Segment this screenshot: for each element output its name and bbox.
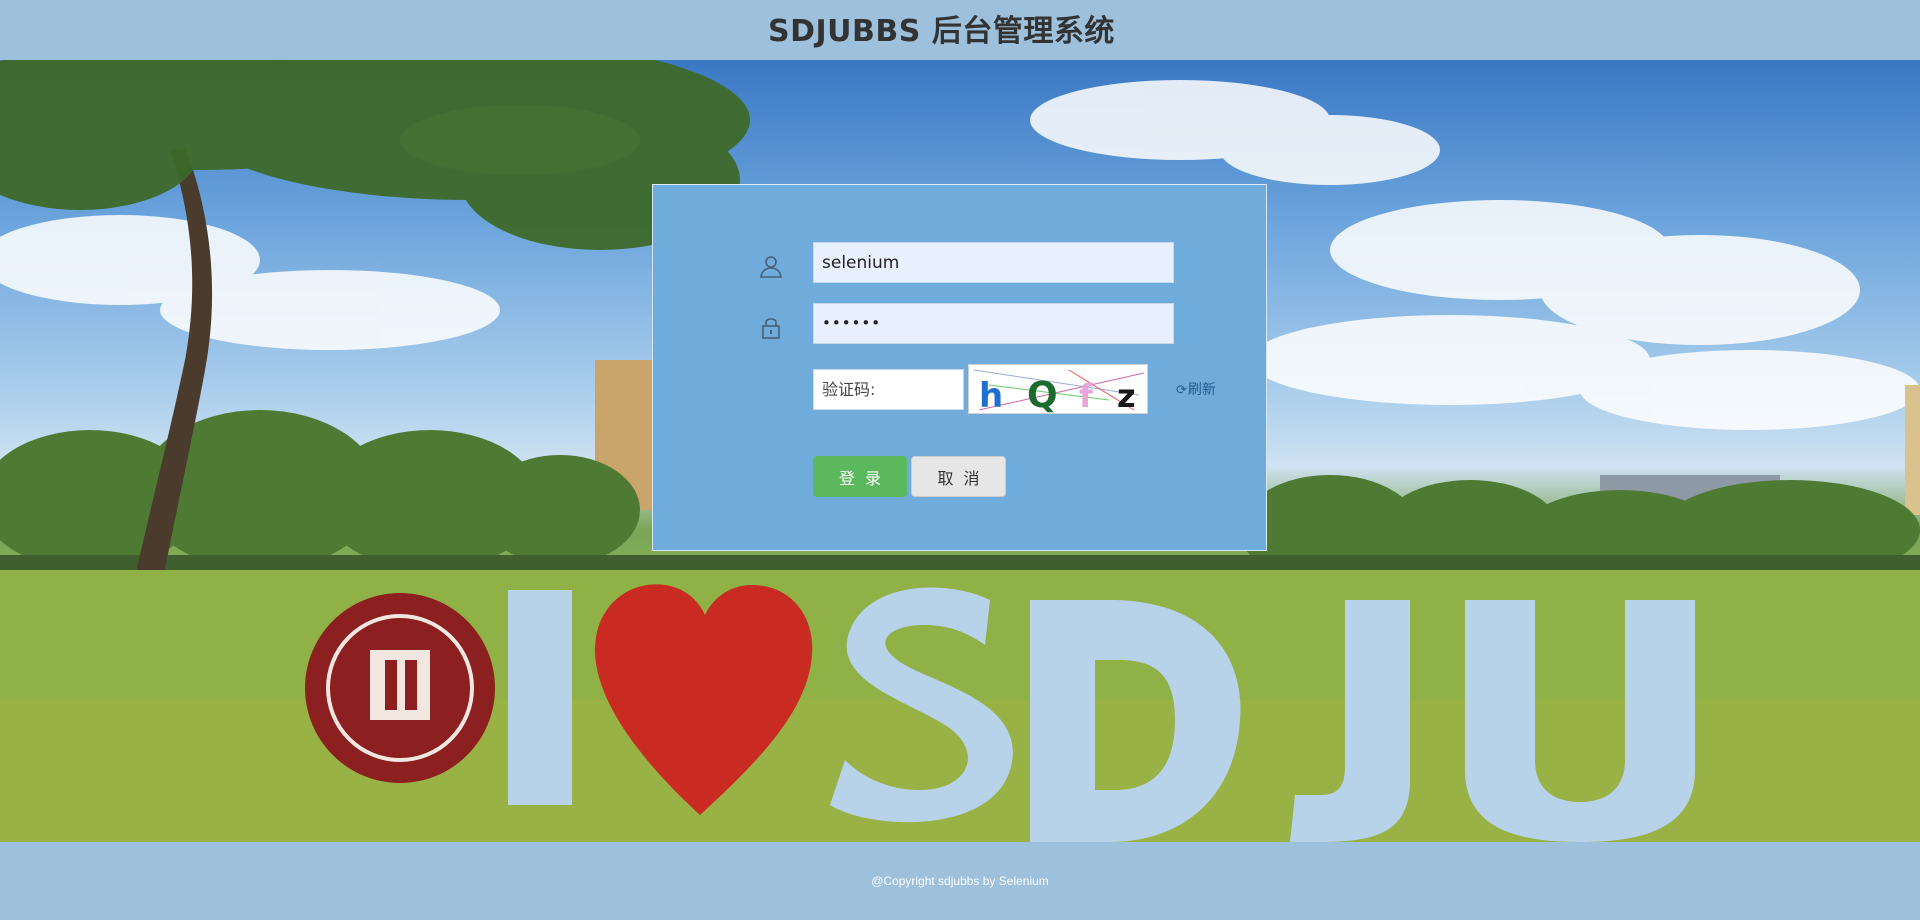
login-panel: •••••• h Q f z ⟳刷新 登录 取消 (652, 184, 1267, 551)
sign-letter-i (508, 590, 572, 805)
refresh-captcha-link[interactable]: ⟳刷新 (1176, 379, 1216, 399)
username-input[interactable] (813, 242, 1174, 283)
password-input[interactable]: •••••• (813, 303, 1174, 344)
refresh-label: 刷新 (1187, 382, 1216, 398)
page-title: SDJUBBS 后台管理系统 (768, 14, 1115, 49)
cancel-button[interactable]: 取消 (911, 456, 1006, 497)
hedge (0, 555, 1920, 570)
footer: @Copyright sdjubbs by Selenium (0, 842, 1920, 920)
university-seal (305, 593, 495, 783)
captcha-char: z (1117, 377, 1136, 414)
top-bar: SDJUBBS 后台管理系统 (0, 0, 1920, 60)
captcha-char: f (1079, 377, 1094, 414)
captcha-input[interactable] (813, 369, 964, 410)
refresh-icon: ⟳ (1176, 383, 1187, 398)
user-icon (758, 253, 784, 279)
captcha-image[interactable]: h Q f z (968, 364, 1148, 414)
captcha-char: h (979, 376, 1003, 414)
lock-icon (758, 314, 784, 340)
building-right (1905, 385, 1920, 515)
login-button[interactable]: 登录 (813, 456, 907, 497)
captcha-char: Q (1027, 375, 1058, 414)
copyright-text: @Copyright sdjubbs by Selenium (871, 874, 1049, 888)
